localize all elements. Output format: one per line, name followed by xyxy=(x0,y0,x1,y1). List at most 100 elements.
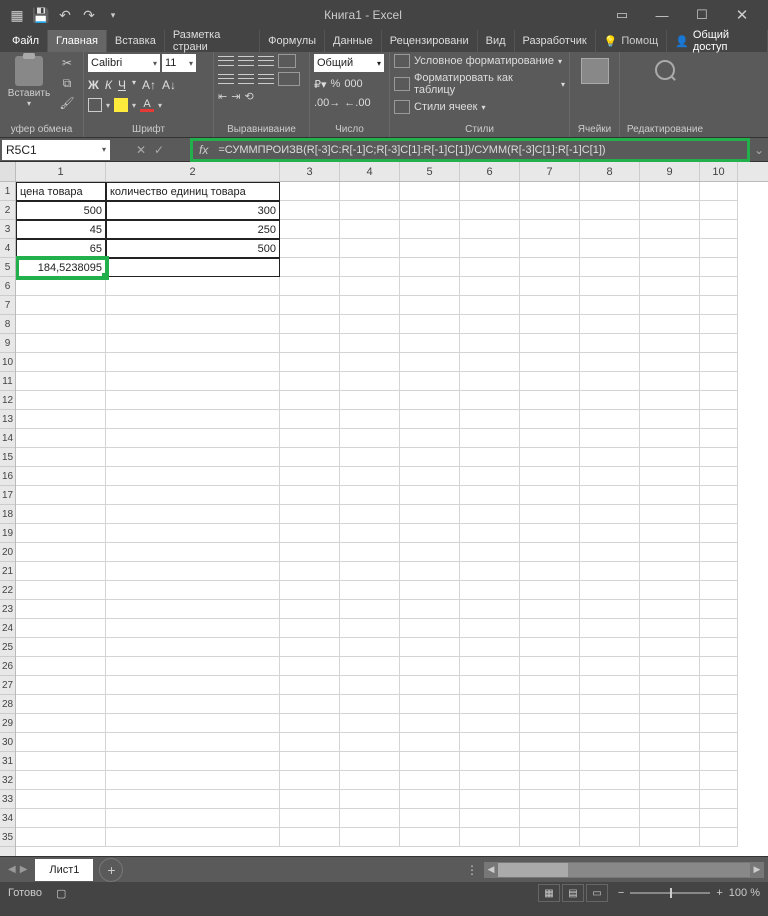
cell[interactable] xyxy=(460,828,520,847)
cell[interactable] xyxy=(640,524,700,543)
cell[interactable] xyxy=(580,619,640,638)
cell[interactable] xyxy=(400,410,460,429)
cell[interactable] xyxy=(400,809,460,828)
cell[interactable] xyxy=(280,201,340,220)
close-button[interactable]: ✕ xyxy=(722,1,762,29)
cell[interactable] xyxy=(106,657,280,676)
cell[interactable] xyxy=(460,391,520,410)
cell[interactable] xyxy=(520,524,580,543)
cell-styles-button[interactable]: Стили ячеек▾ xyxy=(394,100,486,114)
cell[interactable] xyxy=(700,315,738,334)
cell[interactable] xyxy=(640,448,700,467)
cell[interactable] xyxy=(700,657,738,676)
page-layout-view-icon[interactable]: ▤ xyxy=(562,884,584,902)
cell[interactable] xyxy=(700,524,738,543)
cell[interactable] xyxy=(460,752,520,771)
row-header[interactable]: 19 xyxy=(0,524,15,543)
cell[interactable] xyxy=(580,296,640,315)
decrease-indent-icon[interactable]: ⇤ xyxy=(218,90,227,103)
increase-indent-icon[interactable]: ⇥ xyxy=(231,90,240,103)
cell[interactable] xyxy=(460,182,520,201)
cell[interactable] xyxy=(340,676,400,695)
cell[interactable] xyxy=(580,391,640,410)
cell[interactable] xyxy=(16,676,106,695)
cell[interactable] xyxy=(580,562,640,581)
cell[interactable] xyxy=(640,334,700,353)
number-format-select[interactable]: Общий▾ xyxy=(314,54,384,72)
col-header[interactable]: 4 xyxy=(340,162,400,181)
row-header[interactable]: 12 xyxy=(0,391,15,410)
cell[interactable] xyxy=(520,296,580,315)
cell[interactable] xyxy=(280,714,340,733)
cell[interactable] xyxy=(580,828,640,847)
cell[interactable] xyxy=(16,486,106,505)
cell[interactable] xyxy=(16,467,106,486)
row-header[interactable]: 6 xyxy=(0,277,15,296)
cell[interactable] xyxy=(460,714,520,733)
increase-font-icon[interactable]: A↑ xyxy=(142,78,156,92)
page-break-view-icon[interactable]: ▭ xyxy=(586,884,608,902)
cell[interactable] xyxy=(106,448,280,467)
cell[interactable] xyxy=(106,410,280,429)
cell[interactable] xyxy=(460,277,520,296)
cell[interactable] xyxy=(520,562,580,581)
cell[interactable] xyxy=(280,809,340,828)
cell[interactable] xyxy=(640,581,700,600)
cell[interactable] xyxy=(340,657,400,676)
cell[interactable] xyxy=(640,771,700,790)
cell[interactable] xyxy=(106,391,280,410)
cell[interactable] xyxy=(280,581,340,600)
cell[interactable] xyxy=(280,448,340,467)
row-header[interactable]: 11 xyxy=(0,372,15,391)
cell[interactable] xyxy=(460,562,520,581)
col-header[interactable]: 7 xyxy=(520,162,580,181)
cell[interactable] xyxy=(340,372,400,391)
cell[interactable] xyxy=(106,296,280,315)
cell[interactable] xyxy=(400,562,460,581)
cell[interactable] xyxy=(700,714,738,733)
tab-data[interactable]: Данные xyxy=(325,30,382,52)
sheet-tab[interactable]: Лист1 xyxy=(35,859,93,881)
cell[interactable] xyxy=(640,315,700,334)
align-center-icon[interactable] xyxy=(238,72,254,86)
cell[interactable] xyxy=(280,790,340,809)
cell[interactable] xyxy=(106,486,280,505)
row-header[interactable]: 20 xyxy=(0,543,15,562)
cell[interactable] xyxy=(460,239,520,258)
cell[interactable] xyxy=(400,771,460,790)
cell[interactable] xyxy=(340,600,400,619)
cell[interactable] xyxy=(106,733,280,752)
cell[interactable] xyxy=(16,543,106,562)
zoom-level[interactable]: 100 % xyxy=(729,887,760,899)
cell[interactable] xyxy=(340,790,400,809)
cell[interactable] xyxy=(340,619,400,638)
share-button[interactable]: 👤Общий доступ xyxy=(667,30,768,52)
cell[interactable] xyxy=(106,334,280,353)
cell[interactable] xyxy=(700,182,738,201)
cell[interactable] xyxy=(16,296,106,315)
qat-dropdown-icon[interactable]: ▾ xyxy=(102,4,124,26)
cell[interactable] xyxy=(400,201,460,220)
tab-home[interactable]: Главная xyxy=(48,30,107,52)
cell[interactable] xyxy=(640,638,700,657)
cell[interactable] xyxy=(106,505,280,524)
cell[interactable] xyxy=(580,524,640,543)
cell[interactable] xyxy=(106,429,280,448)
fx-icon[interactable]: fx xyxy=(199,143,208,157)
cell[interactable] xyxy=(400,524,460,543)
decrease-decimal-icon[interactable]: ←.00 xyxy=(344,97,370,109)
cut-icon[interactable]: ✂ xyxy=(56,54,78,72)
cell[interactable] xyxy=(640,676,700,695)
cell[interactable] xyxy=(520,258,580,277)
cell[interactable]: 65 xyxy=(16,239,106,258)
cell[interactable] xyxy=(340,258,400,277)
cell[interactable] xyxy=(580,581,640,600)
cell[interactable] xyxy=(106,828,280,847)
cell[interactable] xyxy=(280,334,340,353)
cell[interactable] xyxy=(280,752,340,771)
increase-decimal-icon[interactable]: .00→ xyxy=(314,97,340,109)
row-header[interactable]: 15 xyxy=(0,448,15,467)
row-header[interactable]: 14 xyxy=(0,429,15,448)
cell[interactable] xyxy=(16,562,106,581)
cell[interactable] xyxy=(106,277,280,296)
